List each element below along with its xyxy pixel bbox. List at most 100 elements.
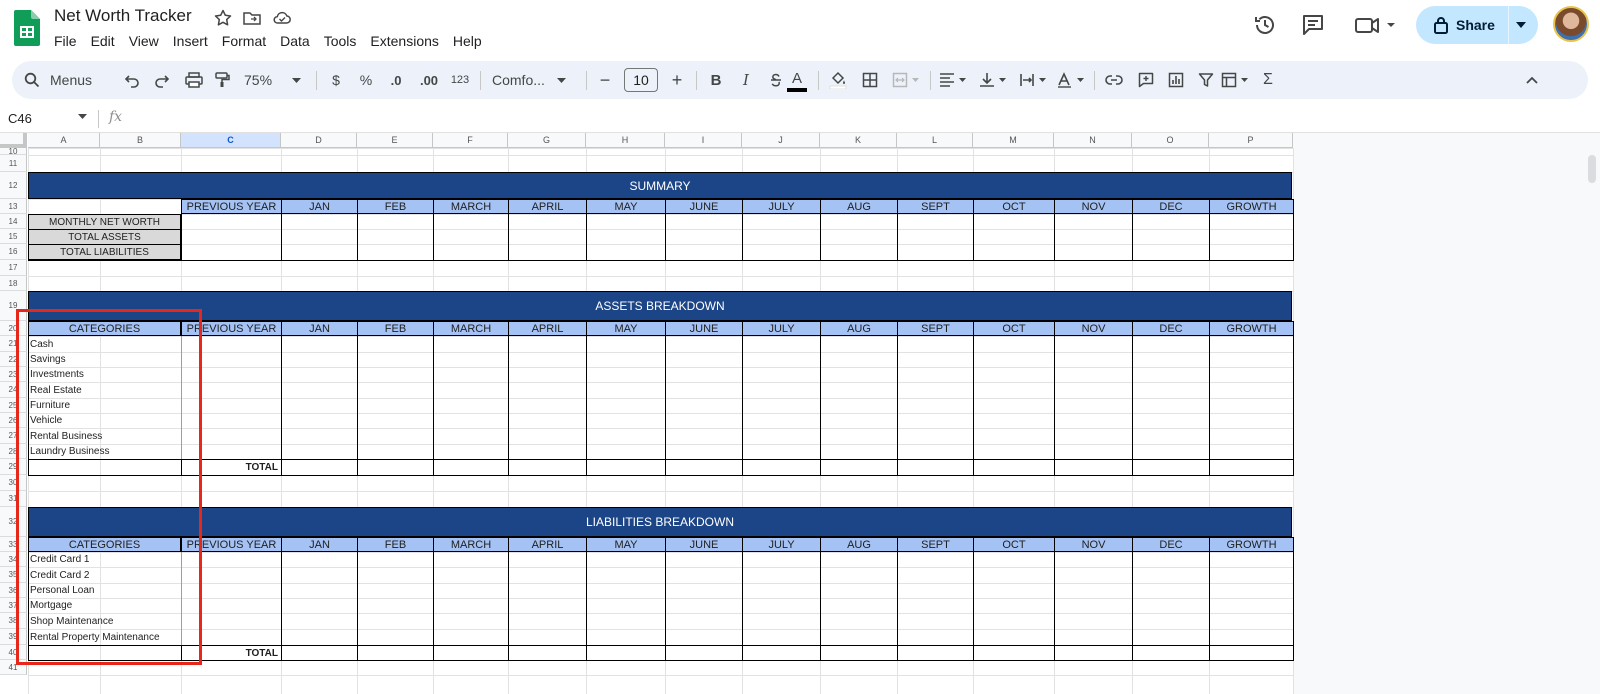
italic-button[interactable]: I — [734, 61, 758, 99]
summary-header-nov[interactable]: NOV — [1054, 199, 1133, 214]
column-header-i[interactable]: I — [665, 133, 742, 148]
share-button[interactable]: Share — [1416, 6, 1538, 44]
liabilities-header-march[interactable]: MARCH — [433, 537, 509, 552]
row-header-37[interactable]: 37 — [0, 598, 27, 613]
summary-header-july[interactable]: JULY — [742, 199, 821, 214]
asset-category-item[interactable]: Laundry Business — [28, 444, 181, 459]
font-size-input[interactable]: 10 — [624, 68, 658, 92]
name-box[interactable]: C46 — [8, 111, 32, 126]
column-header-g[interactable]: G — [508, 133, 586, 148]
column-header-o[interactable]: O — [1132, 133, 1209, 148]
row-header-20[interactable]: 20 — [0, 321, 27, 336]
row-header-36[interactable]: 36 — [0, 583, 27, 598]
menu-format[interactable]: Format — [215, 31, 273, 51]
assets-header-dec[interactable]: DEC — [1132, 321, 1210, 336]
summary-label-total-liabilities[interactable]: TOTAL LIABILITIES — [28, 244, 181, 260]
row-header-32[interactable]: 32 — [0, 507, 27, 537]
summary-header-april[interactable]: APRIL — [508, 199, 587, 214]
column-header-c[interactable]: C — [181, 133, 281, 148]
liabilities-header-previous-year[interactable]: PREVIOUS YEAR — [181, 537, 282, 552]
decrease-decimal-button[interactable]: .0 — [382, 61, 410, 99]
assets-header-sept[interactable]: SEPT — [897, 321, 974, 336]
insert-comment-button[interactable] — [1134, 61, 1158, 99]
row-header-26[interactable]: 26 — [0, 413, 27, 428]
liabilities-header-sept[interactable]: SEPT — [897, 537, 974, 552]
paint-format-button[interactable] — [210, 61, 234, 99]
row-header-21[interactable]: 21 — [0, 336, 27, 352]
asset-category-item[interactable]: Investments — [28, 367, 181, 382]
row-header-38[interactable]: 38 — [0, 613, 27, 629]
row-header-11[interactable]: 11 — [0, 155, 27, 172]
menu-insert[interactable]: Insert — [166, 31, 215, 51]
assets-header-growth[interactable]: GROWTH — [1209, 321, 1294, 336]
row-header-27[interactable]: 27 — [0, 428, 27, 444]
liabilities-header-oct[interactable]: OCT — [973, 537, 1055, 552]
row-header-25[interactable]: 25 — [0, 398, 27, 413]
number-format-button[interactable]: 123 — [448, 61, 472, 99]
avatar[interactable] — [1553, 6, 1589, 42]
liability-category-item[interactable]: Mortgage — [28, 598, 181, 613]
column-header-a[interactable]: A — [28, 133, 100, 148]
assets-header-oct[interactable]: OCT — [973, 321, 1055, 336]
summary-header-jan[interactable]: JAN — [281, 199, 358, 214]
print-button[interactable] — [182, 61, 206, 99]
summary-header-sept[interactable]: SEPT — [897, 199, 974, 214]
assets-header-april[interactable]: APRIL — [508, 321, 587, 336]
asset-category-item[interactable]: Savings — [28, 352, 181, 367]
column-header-n[interactable]: N — [1054, 133, 1132, 148]
liability-category-item[interactable]: Credit Card 2 — [28, 567, 181, 583]
column-header-h[interactable]: H — [586, 133, 665, 148]
row-header-31[interactable]: 31 — [0, 491, 27, 507]
column-header-j[interactable]: J — [742, 133, 820, 148]
horizontal-align-button[interactable] — [936, 61, 972, 99]
column-header-k[interactable]: K — [820, 133, 897, 148]
spreadsheet-grid[interactable]: ABCDEFGHIJKLMNOP 10 11 12 13 14 15 16 17 18 19 20 2… — [0, 133, 1600, 694]
liability-category-item[interactable]: Rental Property Maintenance — [28, 629, 181, 645]
zoom-select[interactable]: 75% — [244, 61, 308, 99]
assets-header-feb[interactable]: FEB — [357, 321, 434, 336]
version-history-icon[interactable] — [1252, 12, 1278, 38]
assets-header-june[interactable]: JUNE — [665, 321, 743, 336]
decrease-font-size-button[interactable]: − — [594, 61, 616, 99]
menu-view[interactable]: View — [122, 31, 166, 51]
row-header-13[interactable]: 13 — [0, 199, 27, 214]
menu-file[interactable]: File — [47, 31, 84, 51]
row-header-23[interactable]: 23 — [0, 367, 27, 382]
assets-title[interactable]: ASSETS BREAKDOWN — [28, 291, 1292, 321]
assets-header-previous-year[interactable]: PREVIOUS YEAR — [181, 321, 282, 336]
menu-data[interactable]: Data — [273, 31, 317, 51]
asset-category-item[interactable]: Rental Business — [28, 428, 181, 444]
row-header-30[interactable]: 30 — [0, 475, 27, 491]
text-wrapping-button[interactable] — [1016, 61, 1052, 99]
menu-edit[interactable]: Edit — [84, 31, 122, 51]
row-header-41[interactable]: 41 — [0, 660, 27, 675]
assets-header-jan[interactable]: JAN — [281, 321, 358, 336]
cloud-saved-icon[interactable] — [272, 8, 292, 28]
summary-header-previous-year[interactable]: PREVIOUS YEAR — [181, 199, 282, 214]
asset-category-item[interactable]: Cash — [28, 336, 181, 352]
insert-link-button[interactable] — [1102, 61, 1126, 99]
column-header-l[interactable]: L — [897, 133, 973, 148]
insert-chart-button[interactable] — [1164, 61, 1188, 99]
functions-button[interactable]: Σ — [1256, 61, 1280, 99]
row-header-35[interactable]: 35 — [0, 567, 27, 583]
row-header-10[interactable]: 10 — [0, 147, 27, 156]
row-header-16[interactable]: 16 — [0, 244, 27, 260]
liability-category-item[interactable]: Shop Maintenance — [28, 613, 181, 629]
undo-button[interactable] — [120, 61, 144, 99]
filter-button[interactable] — [1194, 61, 1218, 99]
row-header-29[interactable]: 29 — [0, 459, 27, 475]
menu-tools[interactable]: Tools — [317, 31, 364, 51]
name-box-dropdown-icon[interactable] — [78, 114, 87, 119]
summary-header-aug[interactable]: AUG — [820, 199, 898, 214]
summary-label-monthly-net-worth[interactable]: MONTHLY NET WORTH — [28, 214, 181, 230]
liabilities-title[interactable]: LIABILITIES BREAKDOWN — [28, 507, 1292, 537]
summary-header-feb[interactable]: FEB — [357, 199, 434, 214]
liabilities-header-dec[interactable]: DEC — [1132, 537, 1210, 552]
bold-button[interactable]: B — [704, 61, 728, 99]
asset-category-item[interactable]: Vehicle — [28, 413, 181, 428]
share-dropdown-icon[interactable] — [1516, 22, 1526, 28]
liabilities-header-feb[interactable]: FEB — [357, 537, 434, 552]
column-header-e[interactable]: E — [357, 133, 433, 148]
meet-video-icon[interactable] — [1354, 12, 1398, 38]
